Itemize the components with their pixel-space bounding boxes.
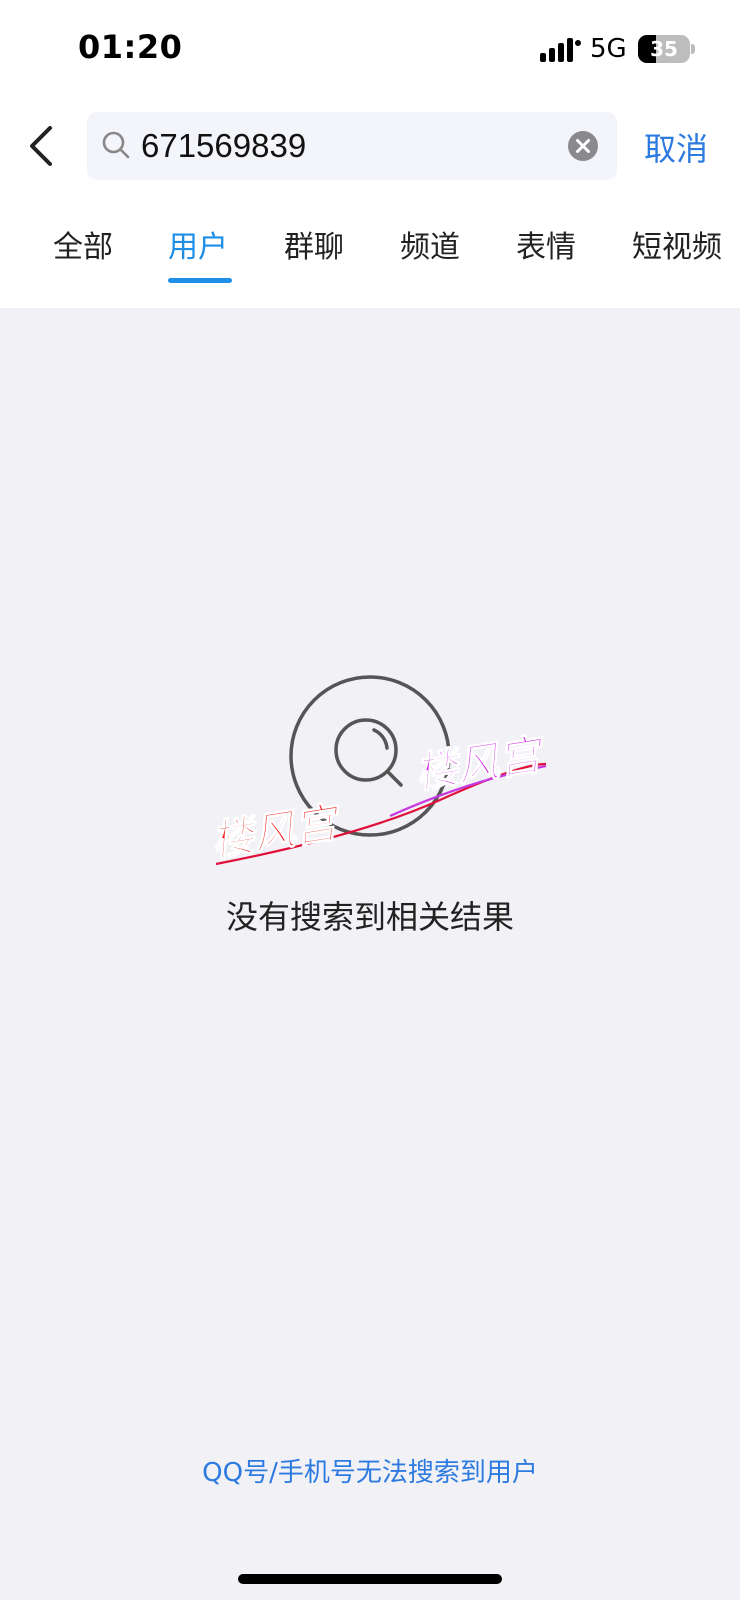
cancel-button[interactable]: 取消 — [644, 124, 708, 170]
tab-bar: 全部 用户 群聊 频道 表情 短视频 — [0, 222, 740, 292]
network-type: 5G — [590, 34, 627, 64]
watermark-text-left: 楼风宫 — [208, 797, 346, 866]
search-box[interactable] — [87, 112, 617, 180]
status-time: 01:20 — [78, 28, 183, 66]
signal-icon — [540, 38, 581, 62]
battery-icon: 35 — [638, 35, 690, 63]
tab-all[interactable]: 全部 — [53, 222, 113, 266]
back-chevron-icon[interactable] — [22, 122, 62, 170]
tab-stickers[interactable]: 表情 — [516, 222, 576, 266]
watermark-logo: 楼风宫 楼风宫 — [207, 728, 550, 866]
tab-channels[interactable]: 频道 — [400, 222, 460, 266]
battery-nub — [691, 44, 695, 54]
battery-level: 35 — [650, 37, 678, 61]
search-icon — [102, 131, 130, 159]
top-panel: 01:20 5G 35 取消 全部 用户 群 — [0, 0, 740, 308]
search-input[interactable] — [141, 120, 541, 172]
empty-result-message: 没有搜索到相关结果 — [225, 898, 514, 936]
search-hint-link[interactable]: QQ号/手机号无法搜索到用户 — [0, 1452, 740, 1489]
watermark-text-right: 楼风宫 — [412, 729, 550, 798]
home-indicator[interactable] — [238, 1574, 502, 1584]
tab-users[interactable]: 用户 — [168, 222, 228, 266]
active-tab-indicator — [168, 278, 232, 283]
status-bar: 01:20 5G 35 — [0, 0, 740, 96]
tab-short-videos[interactable]: 短视频 — [632, 222, 722, 266]
clear-icon[interactable] — [567, 130, 599, 162]
tab-group-chats[interactable]: 群聊 — [284, 222, 344, 266]
